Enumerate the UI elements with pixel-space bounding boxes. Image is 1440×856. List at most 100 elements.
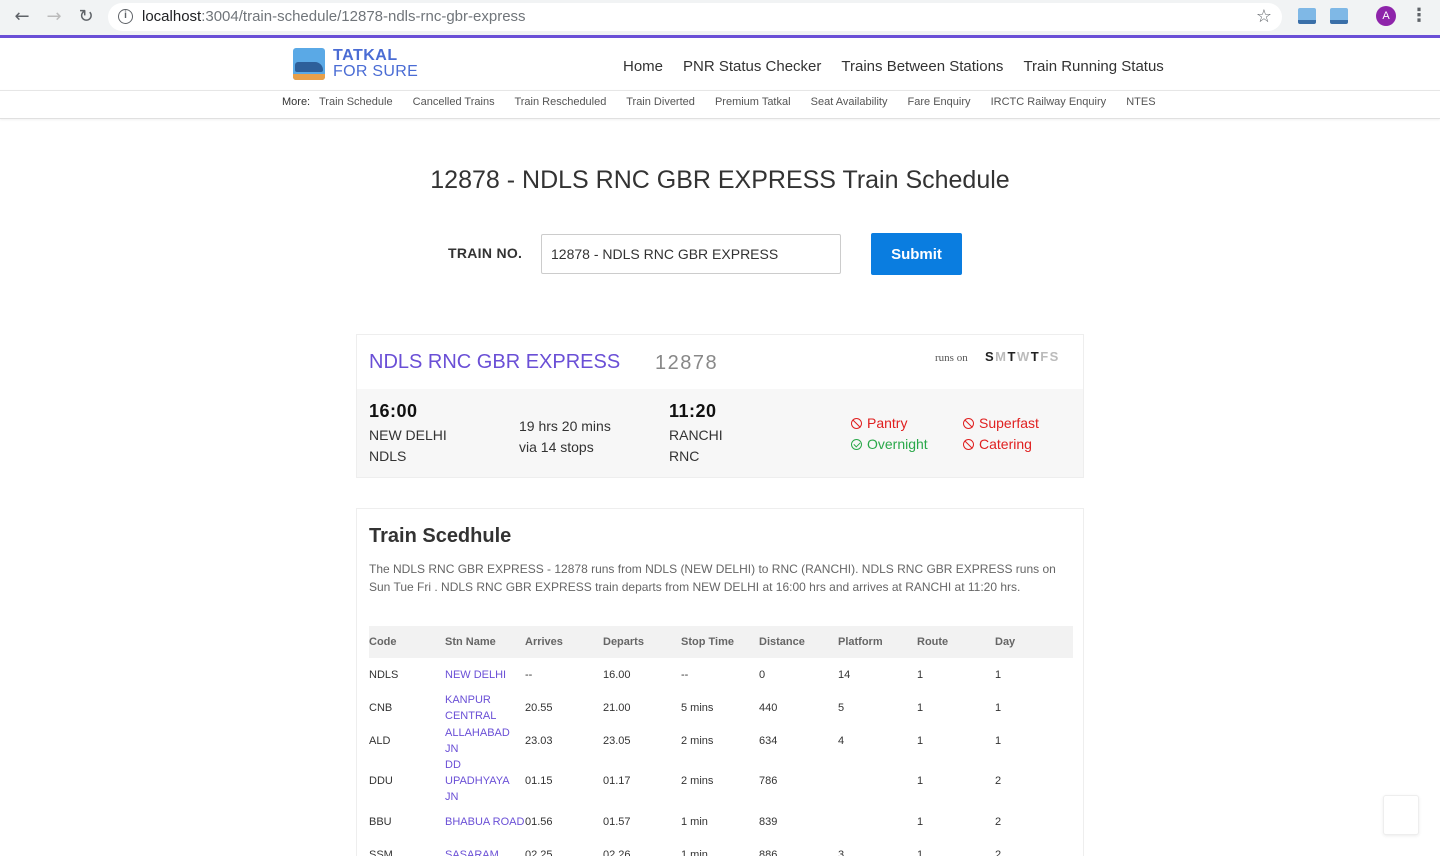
table-cell: 4 bbox=[838, 734, 845, 747]
no-icon bbox=[963, 418, 974, 429]
station-link[interactable]: SASARAM bbox=[445, 838, 525, 856]
schedule-table: Code Stn Name Arrives Departs Stop Time Dista… bbox=[369, 626, 1073, 856]
table-cell: -- bbox=[525, 668, 533, 681]
more-label: More: bbox=[282, 96, 311, 108]
station-link[interactable]: KANPUR CENTRAL bbox=[445, 691, 525, 724]
profile-avatar[interactable]: A bbox=[1376, 6, 1396, 26]
schedule-description: The NDLS RNC GBR EXPRESS - 12878 runs fr… bbox=[369, 562, 1056, 594]
bookmark-star-icon[interactable]: ☆ bbox=[1256, 6, 1272, 27]
table-cell: 01.57 bbox=[603, 815, 631, 828]
table-cell bbox=[838, 805, 917, 838]
day-3: W bbox=[1016, 349, 1031, 364]
train-name: NDLS RNC GBR EXPRESS bbox=[369, 351, 621, 373]
station-link[interactable]: ALLAHABAD JN bbox=[445, 724, 525, 757]
day-4: T bbox=[1030, 349, 1041, 364]
floating-button[interactable] bbox=[1383, 795, 1419, 835]
url-text[interactable]: localhost:3004/train-schedule/12878-ndls… bbox=[142, 8, 526, 25]
duration: 19 hrs 20 mins bbox=[519, 418, 611, 434]
table-cell: 0 bbox=[759, 668, 766, 681]
submit-button[interactable]: Submit bbox=[871, 233, 962, 275]
arrival-station: RANCHI bbox=[669, 427, 723, 443]
table-row: BBU BHABUA ROAD 01.56 01.57 1 min 839 1 2 bbox=[369, 805, 1073, 838]
table-cell: NDLS bbox=[369, 668, 399, 681]
subnav-train-rescheduled[interactable]: Train Rescheduled bbox=[514, 96, 606, 108]
amenity-overnight-label: Overnight bbox=[867, 436, 928, 452]
day-0: S bbox=[985, 349, 996, 364]
logo-line2: FOR SURE bbox=[333, 63, 419, 80]
train-number-input[interactable] bbox=[541, 234, 841, 274]
train-number: 12878 bbox=[655, 352, 719, 374]
table-cell: 3 bbox=[838, 848, 845, 856]
site-header: TATKAL FOR SURE Home PNR Status Checker … bbox=[0, 38, 1440, 90]
table-cell: 1 min bbox=[681, 848, 708, 856]
nav-home[interactable]: Home bbox=[623, 58, 663, 75]
column-header: Code bbox=[369, 626, 445, 658]
departure-time: 16:00 bbox=[369, 401, 418, 421]
subnav-fare-enquiry[interactable]: Fare Enquiry bbox=[908, 96, 971, 108]
amenity-catering: Catering bbox=[963, 436, 1032, 452]
column-header: Departs bbox=[603, 626, 681, 658]
table-cell: 1 bbox=[917, 668, 924, 681]
table-cell: 01.15 bbox=[525, 775, 553, 787]
amenity-pantry-label: Pantry bbox=[867, 415, 908, 431]
column-header: Platform bbox=[838, 626, 917, 658]
info-icon[interactable]: i bbox=[118, 9, 133, 24]
table-row: CNB KANPUR CENTRAL 20.55 21.00 5 mins 440 5 1 1 bbox=[369, 691, 1073, 724]
table-cell: 1 bbox=[917, 848, 924, 856]
address-bar[interactable]: i localhost:3004/train-schedule/12878-nd… bbox=[108, 3, 1282, 31]
check-icon bbox=[851, 439, 862, 450]
page-title: 12878 - NDLS RNC GBR EXPRESS Train Sched… bbox=[430, 166, 1010, 194]
table-cell bbox=[838, 757, 917, 805]
subnav-premium-tatkal[interactable]: Premium Tatkal bbox=[715, 96, 791, 108]
table-cell: 16.00 bbox=[603, 668, 631, 681]
table-cell: 1 bbox=[995, 734, 1002, 747]
arrival-code: RNC bbox=[669, 448, 700, 464]
amenity-catering-label: Catering bbox=[979, 436, 1032, 452]
amenity-superfast: Superfast bbox=[963, 415, 1039, 431]
url-host: localhost bbox=[142, 8, 202, 25]
extension-train-icon-2[interactable] bbox=[1330, 8, 1348, 24]
subnav-train-diverted[interactable]: Train Diverted bbox=[626, 96, 695, 108]
back-arrow-icon[interactable]: ← bbox=[10, 6, 34, 28]
nav-pnr-status[interactable]: PNR Status Checker bbox=[683, 58, 821, 75]
station-link[interactable]: DD UPADHYAYA JN bbox=[445, 757, 525, 805]
reload-icon[interactable]: ↻ bbox=[74, 6, 98, 28]
column-header: Distance bbox=[759, 626, 838, 658]
no-icon bbox=[963, 439, 974, 450]
subnav-ntes[interactable]: NTES bbox=[1126, 96, 1155, 108]
column-header: Stn Name bbox=[445, 626, 525, 658]
table-cell: 2 mins bbox=[681, 734, 714, 747]
site-logo[interactable]: TATKAL FOR SURE bbox=[293, 48, 418, 80]
subnav-seat-availability[interactable]: Seat Availability bbox=[811, 96, 888, 108]
subnav-irctc-enquiry[interactable]: IRCTC Railway Enquiry bbox=[991, 96, 1107, 108]
extension-train-icon[interactable] bbox=[1298, 8, 1316, 24]
day-1: M bbox=[995, 349, 1008, 364]
nav-trains-between[interactable]: Trains Between Stations bbox=[841, 58, 1003, 75]
table-cell: 1 bbox=[917, 701, 924, 714]
subnav-cancelled-trains[interactable]: Cancelled Trains bbox=[413, 96, 495, 108]
table-cell: ALD bbox=[369, 734, 391, 747]
station-link[interactable]: BHABUA ROAD bbox=[445, 805, 525, 838]
table-cell: 20.55 bbox=[525, 701, 553, 714]
table-row: NDLS NEW DELHI -- 16.00 -- 0 14 1 1 bbox=[369, 658, 1073, 691]
url-path: :3004/train-schedule/12878-ndls-rnc-gbr-… bbox=[201, 8, 526, 25]
subnav-train-schedule[interactable]: Train Schedule bbox=[319, 96, 393, 108]
logo-text: TATKAL FOR SURE bbox=[333, 48, 418, 80]
forward-arrow-icon[interactable]: → bbox=[42, 6, 66, 28]
table-cell: 2 bbox=[995, 815, 1002, 828]
table-cell: 14 bbox=[838, 668, 851, 681]
table-cell: 5 mins bbox=[681, 701, 714, 714]
table-cell: 1 bbox=[995, 701, 1002, 714]
table-cell: BBU bbox=[369, 815, 392, 828]
column-header: Day bbox=[995, 626, 1073, 658]
nav-running-status[interactable]: Train Running Status bbox=[1023, 58, 1163, 75]
table-cell: 1 bbox=[917, 815, 924, 828]
menu-kebab-icon[interactable]: ⋮ bbox=[1410, 5, 1428, 29]
table-cell: 786 bbox=[759, 775, 778, 787]
column-header: Route bbox=[917, 626, 995, 658]
train-summary-card: NDLS RNC GBR EXPRESS 12878 runs on SMTWT… bbox=[356, 334, 1084, 478]
main-nav: Home PNR Status Checker Trains Between S… bbox=[613, 58, 1184, 75]
station-link[interactable]: NEW DELHI bbox=[445, 658, 525, 691]
table-row: ALD ALLAHABAD JN 23.03 23.05 2 mins 634 4 1 1 bbox=[369, 724, 1073, 757]
amenity-overnight: Overnight bbox=[851, 436, 928, 452]
